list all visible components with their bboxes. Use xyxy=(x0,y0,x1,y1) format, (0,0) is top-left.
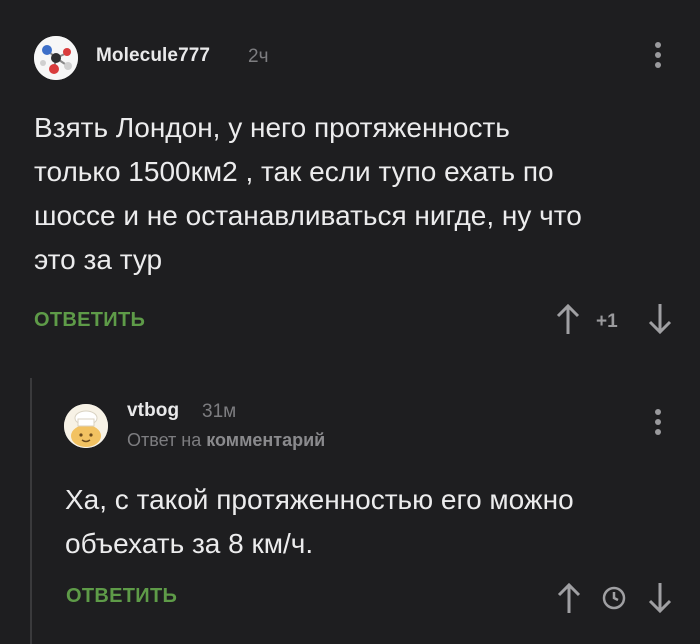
comment-author[interactable]: Molecule777 xyxy=(96,45,210,67)
upvote-arrow-icon[interactable] xyxy=(555,581,583,620)
downvote-arrow-icon[interactable] xyxy=(646,302,674,341)
comment-time: 31м xyxy=(202,401,237,422)
user-avatar[interactable] xyxy=(64,404,108,448)
comment-body: Ха, с такой протяженностью его можно объ… xyxy=(65,484,574,559)
reply-button[interactable]: ОТВЕТИТЬ xyxy=(34,309,145,332)
reply-to-link[interactable]: комментарий xyxy=(206,430,325,450)
downvote-arrow-icon[interactable] xyxy=(646,581,674,620)
more-options-icon[interactable] xyxy=(653,409,663,439)
comment: Molecule777 2ч Взять Лондон, у него прот… xyxy=(0,0,700,350)
upvote-arrow-icon[interactable] xyxy=(554,302,582,341)
reply-button[interactable]: ОТВЕТИТЬ xyxy=(66,585,177,608)
comment-body: Взять Лондон, у него протяженность тольк… xyxy=(34,112,582,275)
reply-to-prefix: Ответ на xyxy=(127,430,202,450)
molecule-avatar-icon xyxy=(34,36,78,80)
comment-author[interactable]: vtbog xyxy=(127,400,179,422)
comment-time: 2ч xyxy=(248,46,269,67)
reply-to-info: Ответ на комментарий xyxy=(127,430,325,451)
comment-reply: vtbog 31м Ответ на комментарий Ха, с так… xyxy=(0,378,700,644)
more-options-icon[interactable] xyxy=(653,42,663,72)
clock-icon xyxy=(600,584,628,617)
user-avatar[interactable] xyxy=(34,36,78,80)
comment-score: +1 xyxy=(596,311,618,332)
chef-avatar-icon xyxy=(64,404,108,448)
